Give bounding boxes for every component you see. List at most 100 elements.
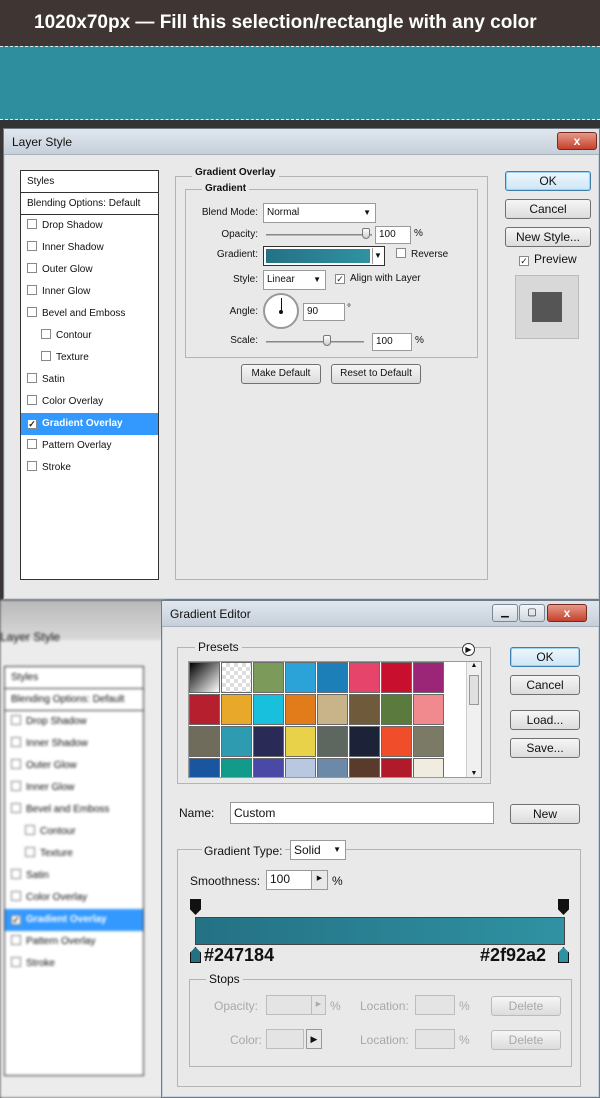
checkbox-icon[interactable] <box>27 285 37 295</box>
checkbox-icon[interactable] <box>11 803 21 813</box>
preset-swatch[interactable] <box>189 662 220 693</box>
preset-swatch[interactable] <box>221 662 252 693</box>
bg-style-item-drop-shadow[interactable]: Drop Shadow <box>5 711 143 733</box>
preset-swatch[interactable] <box>285 726 316 757</box>
load-button[interactable]: Load... <box>510 710 580 730</box>
style-item-inner-glow[interactable]: Inner Glow <box>21 281 158 303</box>
preset-swatch[interactable] <box>285 694 316 725</box>
new-style-button[interactable]: New Style... <box>505 227 591 247</box>
cancel-button[interactable]: Cancel <box>510 675 580 695</box>
checkbox-icon[interactable] <box>27 395 37 405</box>
blending-options[interactable]: Blending Options: Default <box>21 193 158 215</box>
scale-slider-thumb[interactable] <box>323 335 331 346</box>
checkbox-icon[interactable] <box>11 869 21 879</box>
preset-swatch[interactable] <box>253 726 284 757</box>
preset-swatch[interactable] <box>381 758 412 777</box>
preset-swatch[interactable] <box>317 758 348 777</box>
preset-swatch[interactable] <box>253 758 284 777</box>
checkbox-icon[interactable] <box>27 241 37 251</box>
reset-to-default-button[interactable]: Reset to Default <box>331 364 421 384</box>
preset-swatch[interactable] <box>413 758 444 777</box>
minimize-button[interactable]: ▁ <box>492 604 518 622</box>
angle-dial[interactable] <box>263 293 299 329</box>
name-field[interactable]: Custom <box>230 802 494 824</box>
stepper-arrow-icon[interactable]: ▶ <box>311 996 325 1014</box>
ok-button[interactable]: OK <box>505 171 591 191</box>
bg-style-item-inner-glow[interactable]: Inner Glow <box>5 777 143 799</box>
checkbox-icon[interactable] <box>25 825 35 835</box>
checkbox-icon[interactable] <box>11 935 21 945</box>
scale-field[interactable]: 100 <box>372 333 412 351</box>
bg-style-item-color-overlay[interactable]: Color Overlay <box>5 887 143 909</box>
reverse-checkbox[interactable]: Reverse <box>396 248 448 260</box>
preset-swatch[interactable] <box>189 694 220 725</box>
style-item-drop-shadow[interactable]: Drop Shadow <box>21 215 158 237</box>
chevron-down-icon[interactable]: ▼ <box>467 770 481 777</box>
opacity-field[interactable]: 100 <box>375 226 411 244</box>
bg-style-item-contour[interactable]: Contour <box>5 821 143 843</box>
gradient-bar[interactable] <box>195 917 565 945</box>
checkbox-icon[interactable] <box>11 781 21 791</box>
style-item-texture[interactable]: Texture <box>21 347 158 369</box>
close-button[interactable]: x <box>547 604 587 622</box>
style-item-satin[interactable]: Satin <box>21 369 158 391</box>
stop-opacity-location-field[interactable] <box>415 995 455 1015</box>
preset-swatch[interactable] <box>189 726 220 757</box>
presets-scrollbar[interactable]: ▲ ▼ <box>466 662 481 777</box>
checkbox-icon[interactable] <box>11 737 21 747</box>
checkbox-icon[interactable] <box>27 461 37 471</box>
bg-style-item-texture[interactable]: Texture <box>5 843 143 865</box>
bg-style-item-gradient-overlay[interactable]: ✓ Gradient Overlay <box>5 909 143 931</box>
checkbox-icon[interactable] <box>11 957 21 967</box>
bg-style-item-outer-glow[interactable]: Outer Glow <box>5 755 143 777</box>
stop-opacity-field[interactable]: ▶ <box>266 995 326 1015</box>
style-item-contour[interactable]: Contour <box>21 325 158 347</box>
presets-menu-icon[interactable]: ▶ <box>462 643 475 656</box>
blend-mode-select[interactable]: Normal ▼ <box>263 203 376 223</box>
bg-style-item-inner-shadow[interactable]: Inner Shadow <box>5 733 143 755</box>
gradient-picker[interactable]: ▼ <box>263 246 385 266</box>
checkbox-icon[interactable] <box>27 219 37 229</box>
scrollbar-thumb[interactable] <box>469 675 479 705</box>
checkbox-icon[interactable] <box>27 307 37 317</box>
checkbox-icon[interactable] <box>41 329 51 339</box>
checkbox-icon[interactable] <box>41 351 51 361</box>
preset-swatch[interactable] <box>317 726 348 757</box>
preset-swatch[interactable] <box>221 726 252 757</box>
checkbox-icon[interactable] <box>27 439 37 449</box>
delete-opacity-stop-button[interactable]: Delete <box>491 996 561 1016</box>
checkbox-icon[interactable] <box>27 263 37 273</box>
opacity-slider[interactable] <box>266 234 372 236</box>
preset-swatch[interactable] <box>381 726 412 757</box>
checkbox-icon[interactable] <box>11 715 21 725</box>
chevron-down-icon[interactable]: ▼ <box>372 248 383 264</box>
preset-swatch[interactable] <box>349 726 380 757</box>
preset-swatch[interactable] <box>317 694 348 725</box>
preview-checkbox[interactable]: ✓ Preview <box>519 252 577 266</box>
new-button[interactable]: New <box>510 804 580 824</box>
preset-swatch[interactable] <box>349 694 380 725</box>
ok-button[interactable]: OK <box>510 647 580 667</box>
checkbox-icon[interactable] <box>11 891 21 901</box>
style-item-pattern-overlay[interactable]: Pattern Overlay <box>21 435 158 457</box>
preset-swatch[interactable] <box>349 758 380 777</box>
bg-style-item-satin[interactable]: Satin <box>5 865 143 887</box>
stop-color-swatch[interactable] <box>266 1029 304 1049</box>
preset-swatch[interactable] <box>381 694 412 725</box>
smoothness-field[interactable]: 100 ▶ <box>266 870 328 890</box>
preset-swatch[interactable] <box>253 694 284 725</box>
style-item-outer-glow[interactable]: Outer Glow <box>21 259 158 281</box>
preset-swatch[interactable] <box>253 662 284 693</box>
style-item-gradient-overlay[interactable]: ✓ Gradient Overlay <box>21 413 158 435</box>
preset-swatch[interactable] <box>221 758 252 777</box>
preset-swatch[interactable] <box>189 758 220 777</box>
stepper-arrow-icon[interactable]: ▶ <box>306 1029 322 1049</box>
stepper-arrow-icon[interactable]: ▶ <box>311 871 327 889</box>
style-item-color-overlay[interactable]: Color Overlay <box>21 391 158 413</box>
angle-field[interactable]: 90 <box>303 303 345 321</box>
preset-swatch[interactable] <box>413 662 444 693</box>
preset-swatch[interactable] <box>349 662 380 693</box>
preset-swatch[interactable] <box>221 694 252 725</box>
preset-swatch[interactable] <box>413 726 444 757</box>
checkmark-icon[interactable]: ✓ <box>11 915 21 925</box>
